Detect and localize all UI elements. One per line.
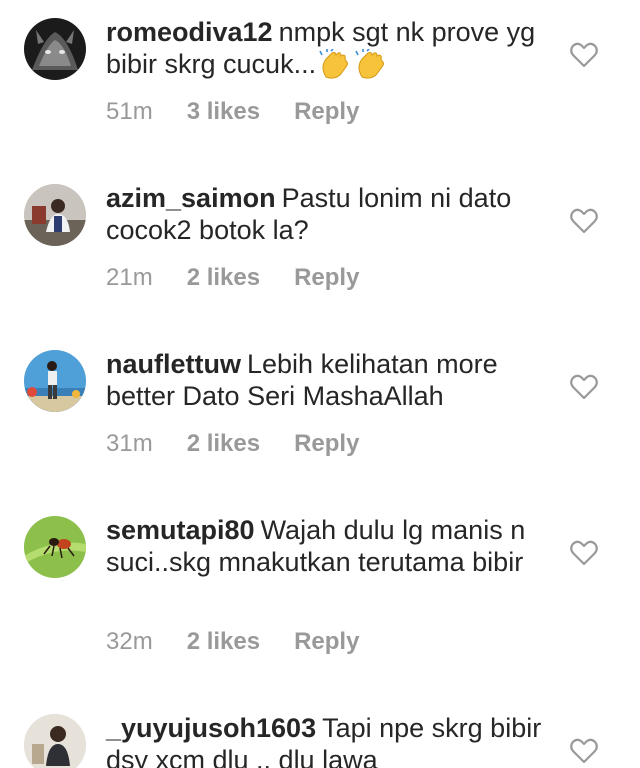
- avatar[interactable]: [24, 516, 86, 578]
- avatar[interactable]: [24, 18, 86, 80]
- comment-username[interactable]: _yuyujusoh1603: [106, 713, 316, 743]
- comment-username[interactable]: azim_saimon: [106, 183, 276, 213]
- comment-username[interactable]: romeodiva12: [106, 17, 273, 47]
- reply-button[interactable]: Reply: [294, 430, 359, 458]
- comment-meta: 21m 2 likes Reply: [106, 264, 359, 292]
- heart-outline-icon[interactable]: [570, 540, 598, 566]
- comment-timestamp: 32m: [106, 628, 153, 655]
- comment-body: nauflettuw Lebih kelihatan more better Da…: [106, 348, 546, 412]
- likes-count[interactable]: 2 likes: [187, 628, 260, 656]
- comment-username[interactable]: nauflettuw: [106, 349, 241, 379]
- avatar[interactable]: [24, 350, 86, 412]
- reply-button[interactable]: Reply: [294, 628, 359, 656]
- likes-count[interactable]: 2 likes: [187, 430, 260, 458]
- avatar[interactable]: [24, 714, 86, 768]
- heart-outline-icon[interactable]: [570, 738, 598, 764]
- comment-list: romeodiva12 nmpk sgt nk prove yg bibir sk…: [0, 0, 640, 768]
- comment-body: semutapi80 Wajah dulu lg manis n suci..sk…: [106, 514, 546, 578]
- clapping-hands-icon: [318, 48, 352, 79]
- heart-outline-icon[interactable]: [570, 42, 598, 68]
- likes-count[interactable]: 3 likes: [187, 98, 260, 126]
- reply-button[interactable]: Reply: [294, 264, 359, 292]
- comment-timestamp: 21m: [106, 264, 153, 291]
- avatar[interactable]: [24, 184, 86, 246]
- heart-outline-icon[interactable]: [570, 208, 598, 234]
- heart-outline-icon[interactable]: [570, 374, 598, 400]
- reply-button[interactable]: Reply: [294, 98, 359, 126]
- comment-timestamp: 31m: [106, 430, 153, 457]
- comment-meta: 32m 2 likes Reply: [106, 628, 359, 656]
- comment-body: romeodiva12 nmpk sgt nk prove yg bibir sk…: [106, 16, 546, 80]
- comment-meta: 51m 3 likes Reply: [106, 98, 359, 126]
- likes-count[interactable]: 2 likes: [187, 264, 260, 292]
- comment-body: _yuyujusoh1603 Tapi npe skrg bibir dsy xc…: [106, 712, 546, 768]
- comment-body: azim_saimon Pastu lonim ni dato cocok2 bo…: [106, 182, 546, 246]
- comment-timestamp: 51m: [106, 98, 153, 125]
- comment-username[interactable]: semutapi80: [106, 515, 255, 545]
- comment-meta: 31m 2 likes Reply: [106, 430, 359, 458]
- clapping-hands-icon: [354, 48, 388, 79]
